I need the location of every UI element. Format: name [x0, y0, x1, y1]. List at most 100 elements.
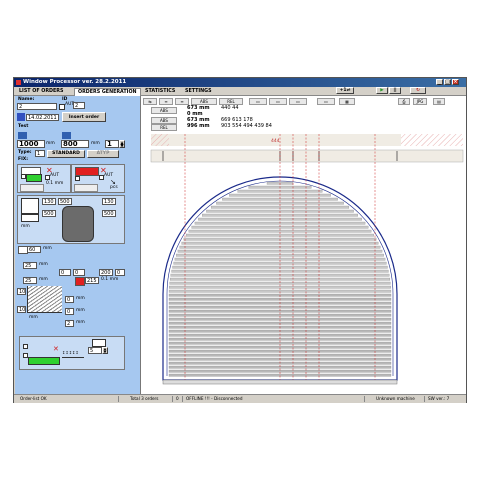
- r0b-field[interactable]: 0: [73, 269, 85, 276]
- quantity-stepper[interactable]: ▲ ▼: [119, 140, 125, 148]
- atyp-button[interactable]: ATYP: [87, 150, 119, 158]
- tab-statistics[interactable]: STATISTICS: [142, 88, 178, 95]
- tab-settings[interactable]: SETTINGS: [182, 88, 215, 95]
- output-group: ✕ ↕↕↕↕↕ 5 ▲ ▼: [19, 336, 125, 370]
- standard-label: STANDARD: [52, 151, 80, 156]
- mode-tool-b[interactable]: ▭: [269, 98, 287, 105]
- ruler-hatch-right: [401, 134, 463, 146]
- play-button[interactable]: ▶: [376, 87, 388, 94]
- width-unit: mm: [46, 141, 55, 146]
- date-field[interactable]: 14.02.2011: [26, 114, 59, 121]
- title-bar: Window Processor ver. 28.2.2011 _ □ ×: [14, 78, 466, 87]
- tab-orders-generation[interactable]: ORDERS GENERATION: [74, 88, 141, 96]
- status-sep: [182, 396, 183, 402]
- width-icon: [18, 132, 27, 139]
- stack-stepper[interactable]: ▲ ▼: [102, 347, 108, 354]
- fix-right-red[interactable]: [75, 167, 99, 176]
- standard-button[interactable]: STANDARD: [47, 150, 85, 158]
- status-bar: Order-list OK Total 3 orders 0 OFFLINE !…: [14, 394, 466, 403]
- window-drawing: 444: [150, 134, 464, 385]
- fix-left-green[interactable]: [26, 174, 42, 182]
- save-icon[interactable]: ▤: [433, 98, 445, 105]
- pcs-label: pcs: [110, 185, 118, 190]
- status-total-orders: Total 3 orders: [130, 396, 159, 401]
- height-icon: [62, 132, 71, 139]
- status-sep: [172, 396, 173, 402]
- insert-order-button[interactable]: Insert order: [62, 112, 106, 122]
- close-button[interactable]: ×: [452, 79, 459, 85]
- r0c-field[interactable]: 0: [115, 269, 125, 276]
- name-field[interactable]: 2: [17, 103, 57, 110]
- glass-width-a[interactable]: 130: [42, 198, 56, 205]
- fix-right-field[interactable]: [74, 184, 98, 192]
- test-label: Test: [18, 124, 29, 129]
- v60-field[interactable]: 60: [27, 246, 41, 253]
- v215-unit: 0.1 mm: [101, 277, 119, 282]
- tab-list-of-orders[interactable]: LIST OF ORDERS: [16, 88, 66, 95]
- abs-tool[interactable]: ABS: [191, 98, 217, 105]
- glass-height-b[interactable]: 500: [102, 210, 116, 217]
- reset-button[interactable]: ↻: [410, 87, 426, 94]
- v2-unit: mm: [76, 320, 85, 325]
- mm-small-label: 0.1 mm: [46, 181, 64, 186]
- view-tool-b[interactable]: ≡: [159, 98, 173, 105]
- close-icon[interactable]: ✕: [53, 345, 59, 353]
- type-label: Type:: [18, 150, 32, 155]
- v25b-unit: mm: [39, 277, 48, 282]
- r200-field[interactable]: 200: [99, 269, 113, 276]
- v25b-field[interactable]: 25: [23, 277, 37, 284]
- abs-tool-label: ABS: [200, 99, 208, 104]
- view-tool-a[interactable]: ⇆: [143, 98, 157, 105]
- mode-tool-e[interactable]: ▦: [339, 98, 355, 105]
- rel-tool[interactable]: REL: [219, 98, 243, 105]
- glass-width-b[interactable]: 500: [58, 198, 72, 205]
- fix-right-radio[interactable]: [75, 176, 80, 181]
- jpg-export-button[interactable]: JPG: [413, 98, 427, 105]
- counter-label: +1: [339, 88, 347, 93]
- slope-diagram: [27, 286, 62, 313]
- jpg-label: JPG: [416, 99, 424, 104]
- width-field[interactable]: 1000: [17, 140, 45, 148]
- stack-icon: [92, 339, 106, 347]
- v10b-field[interactable]: 10: [17, 306, 26, 313]
- minimize-button[interactable]: _: [436, 79, 443, 85]
- mode-tool-d[interactable]: ▭: [317, 98, 335, 105]
- v0a-field[interactable]: 0: [65, 296, 74, 303]
- v0b-field[interactable]: 0: [65, 308, 74, 315]
- quantity-field[interactable]: 1: [105, 140, 119, 148]
- glass-width-c[interactable]: 130: [102, 198, 116, 205]
- counter-button[interactable]: +1⇌: [336, 87, 354, 94]
- maximize-button[interactable]: □: [444, 79, 451, 85]
- abs-label-box: ABS: [151, 107, 177, 114]
- output-green[interactable]: [28, 357, 60, 365]
- glass-grid-icon-small[interactable]: [21, 214, 39, 222]
- view-tool-c[interactable]: ≡: [175, 98, 189, 105]
- mode-tool-a[interactable]: ▭: [249, 98, 267, 105]
- height-field[interactable]: 800: [61, 140, 89, 148]
- print-icon[interactable]: ⎙: [398, 98, 410, 105]
- stack-field[interactable]: 5: [88, 347, 102, 354]
- output-checkbox-a[interactable]: [23, 344, 28, 349]
- type-field[interactable]: 1: [35, 150, 45, 157]
- glass-grid-icon[interactable]: [21, 198, 39, 214]
- nums-row4: 903 554 494 439 84: [221, 123, 272, 129]
- ruler-hatch-left: [151, 134, 169, 146]
- glass-height-a[interactable]: 500: [42, 210, 56, 217]
- glass-group: 130 500 130 500 500 mm: [17, 195, 125, 244]
- v25a-field[interactable]: 25: [23, 262, 37, 269]
- r0a-field[interactable]: 0: [59, 269, 71, 276]
- status-sep: [424, 396, 425, 402]
- id-field[interactable]: 2: [73, 102, 85, 109]
- calendar-icon[interactable]: [17, 113, 25, 121]
- v2-field[interactable]: 2: [65, 320, 74, 327]
- status-sep: [364, 396, 365, 402]
- mode-tool-c[interactable]: ▭: [289, 98, 307, 105]
- v10a-field[interactable]: 10: [17, 288, 26, 295]
- fix-left-field[interactable]: [20, 184, 44, 192]
- v215-field[interactable]: 215: [85, 277, 99, 284]
- left-panel: Name: 2 ID AUT 2 14.02.2011 Insert order…: [15, 96, 141, 394]
- bottom-sill: [162, 379, 398, 385]
- pause-button[interactable]: ||: [389, 87, 401, 94]
- main-panel: ⇆ ≡ ≡ ABS REL ▭ ▭ ▭ ▭ ▦ ⎙ JPG ▤ ABS 673 …: [141, 96, 466, 394]
- rel-label-box: REL: [151, 124, 177, 131]
